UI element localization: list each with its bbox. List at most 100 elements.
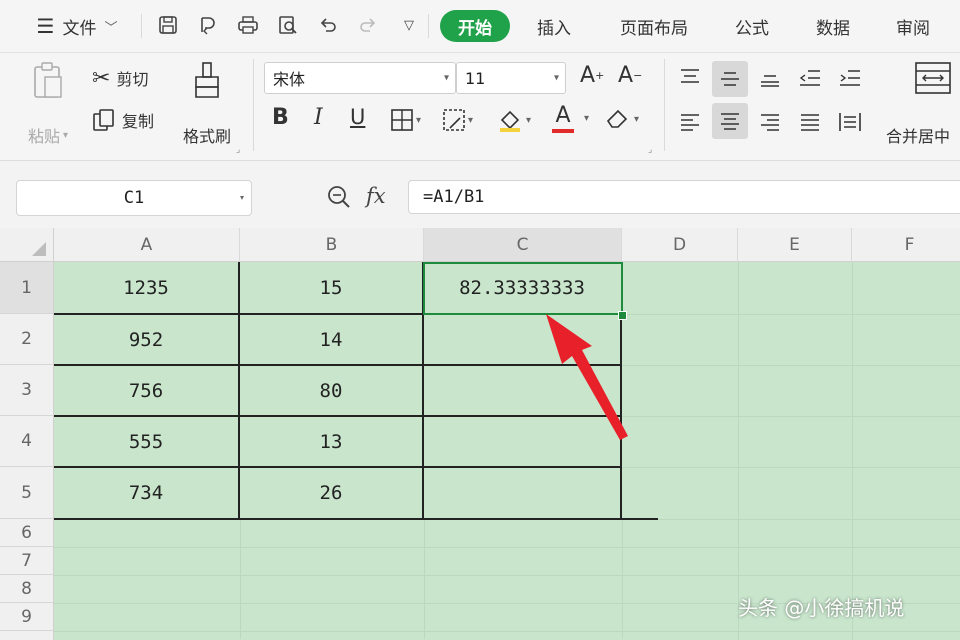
export-icon[interactable] <box>195 12 221 38</box>
tab-formulas[interactable]: 公式 <box>722 10 782 42</box>
row-header-5[interactable]: 5 <box>0 467 54 519</box>
font-color-icon[interactable]: A <box>552 105 574 133</box>
increase-indent-icon[interactable] <box>836 63 864 93</box>
chevron-down-icon[interactable]: ▾ <box>584 113 589 124</box>
chevron-down-icon: ﹀ <box>104 20 118 36</box>
gridline <box>622 365 960 366</box>
cell-a2[interactable]: 952 <box>54 314 238 365</box>
font-name-select[interactable]: 宋体 ▾ <box>264 62 456 94</box>
distributed-align-icon[interactable] <box>836 107 864 137</box>
tab-home[interactable]: 开始 <box>440 10 510 42</box>
gridline <box>738 262 739 640</box>
annotation-arrow <box>546 314 628 440</box>
italic-icon[interactable]: I <box>314 105 323 130</box>
gridline <box>54 575 960 576</box>
gridline <box>622 314 960 315</box>
gridline <box>622 519 623 639</box>
row-header-6[interactable]: 6 <box>0 519 54 547</box>
print-icon[interactable] <box>235 12 261 38</box>
gridline <box>852 262 853 640</box>
font-name-value: 宋体 <box>273 70 306 89</box>
row-header-10[interactable] <box>0 631 54 640</box>
cell-a1[interactable]: 1235 <box>54 262 238 314</box>
cell-a3[interactable]: 756 <box>54 365 238 416</box>
redo-icon[interactable] <box>355 12 381 38</box>
tab-insert[interactable]: 插入 <box>524 10 584 42</box>
gridline <box>622 519 960 520</box>
format-painter-button[interactable]: 格式刷 <box>176 61 238 147</box>
fill-color-icon[interactable]: ▾ <box>496 106 531 134</box>
gridline <box>424 519 425 639</box>
file-menu-button[interactable]: ☰ 文件 ﹀ <box>22 0 132 52</box>
row-header-8[interactable]: 8 <box>0 575 54 603</box>
cell-style-icon[interactable]: ▾ <box>442 108 473 132</box>
gridline <box>54 631 960 632</box>
tab-data[interactable]: 数据 <box>803 10 863 42</box>
chevron-down-icon: ▾ <box>62 129 69 141</box>
name-box[interactable]: C1 ▾ <box>16 180 252 216</box>
insert-function-icon[interactable]: fx <box>366 184 386 208</box>
align-top-icon[interactable] <box>676 63 704 93</box>
cut-button[interactable]: ✂ 剪切 <box>92 63 148 93</box>
decrease-font-size-icon[interactable]: A − <box>618 63 642 88</box>
tab-review[interactable]: 审阅 <box>883 10 943 42</box>
formula-input[interactable]: =A1/B1 <box>408 180 960 214</box>
cell-b5[interactable]: 26 <box>240 467 422 519</box>
column-header-d[interactable]: D <box>622 228 738 262</box>
file-menu-label: 文件 <box>62 18 97 39</box>
borders-icon[interactable]: ▾ <box>390 108 421 132</box>
column-header-b[interactable]: B <box>240 228 424 262</box>
copy-icon <box>92 108 116 132</box>
ribbon: 粘贴 ▾ ✂ 剪切 复制 格式刷 ⌟ 宋体 ▾ 11 ▾ A + A − B I U… <box>0 53 960 161</box>
cell-b4[interactable]: 13 <box>240 416 422 467</box>
cell-b3[interactable]: 80 <box>240 365 422 416</box>
chevron-down-icon: ▾ <box>238 192 245 204</box>
bold-icon[interactable]: B <box>272 105 289 130</box>
customize-toolbar-icon[interactable]: ▽ <box>396 12 422 38</box>
font-size-select[interactable]: 11 ▾ <box>456 62 566 94</box>
row-header-2[interactable]: 2 <box>0 314 54 365</box>
cell-b1[interactable]: 15 <box>240 262 422 314</box>
column-header-c[interactable]: C <box>424 228 622 262</box>
column-header-a[interactable]: A <box>54 228 240 262</box>
format-painter-icon <box>192 61 222 101</box>
gridline <box>54 547 960 548</box>
row-header-3[interactable]: 3 <box>0 365 54 416</box>
column-header-f[interactable]: F <box>852 228 960 262</box>
align-center-icon[interactable] <box>712 103 748 139</box>
undo-icon[interactable] <box>315 12 341 38</box>
divider <box>253 59 254 151</box>
cell-b2[interactable]: 14 <box>240 314 422 365</box>
decrease-indent-icon[interactable] <box>796 63 824 93</box>
row-header-7[interactable]: 7 <box>0 547 54 575</box>
copy-button[interactable]: 复制 <box>92 105 154 135</box>
print-preview-icon[interactable] <box>275 12 301 38</box>
dialog-launcher-icon[interactable]: ⌟ <box>648 145 652 155</box>
increase-font-size-icon[interactable]: A + <box>580 63 604 88</box>
save-icon[interactable] <box>155 12 181 38</box>
column-header-e[interactable]: E <box>738 228 852 262</box>
eraser-icon[interactable]: ▾ <box>604 107 639 131</box>
paste-button[interactable]: 粘贴 ▾ <box>18 61 78 147</box>
spreadsheet-grid: A B C D E F 1 2 3 4 5 6 7 8 9 1235 952 7… <box>0 228 960 640</box>
row-header-4[interactable]: 4 <box>0 416 54 467</box>
underline-icon[interactable]: U <box>350 105 365 129</box>
scissors-icon: ✂ <box>92 65 111 91</box>
merge-center-label: 合并居中 <box>886 127 951 146</box>
align-right-icon[interactable] <box>756 107 784 137</box>
align-middle-icon[interactable] <box>712 61 748 97</box>
divider <box>141 14 142 38</box>
select-all-corner[interactable] <box>0 228 54 262</box>
cell-a4[interactable]: 555 <box>54 416 238 467</box>
cell-a5[interactable]: 734 <box>54 467 238 519</box>
row-header-9[interactable]: 9 <box>0 603 54 631</box>
merge-center-button[interactable]: 合并居中 <box>886 61 960 147</box>
dialog-launcher-icon[interactable]: ⌟ <box>236 145 240 155</box>
zoom-icon[interactable] <box>326 184 352 214</box>
row-header-1[interactable]: 1 <box>0 262 54 314</box>
justify-icon[interactable] <box>796 107 824 137</box>
align-left-icon[interactable] <box>676 107 704 137</box>
align-bottom-icon[interactable] <box>756 63 784 93</box>
gridline <box>622 467 960 468</box>
tab-page-layout[interactable]: 页面布局 <box>604 10 704 42</box>
